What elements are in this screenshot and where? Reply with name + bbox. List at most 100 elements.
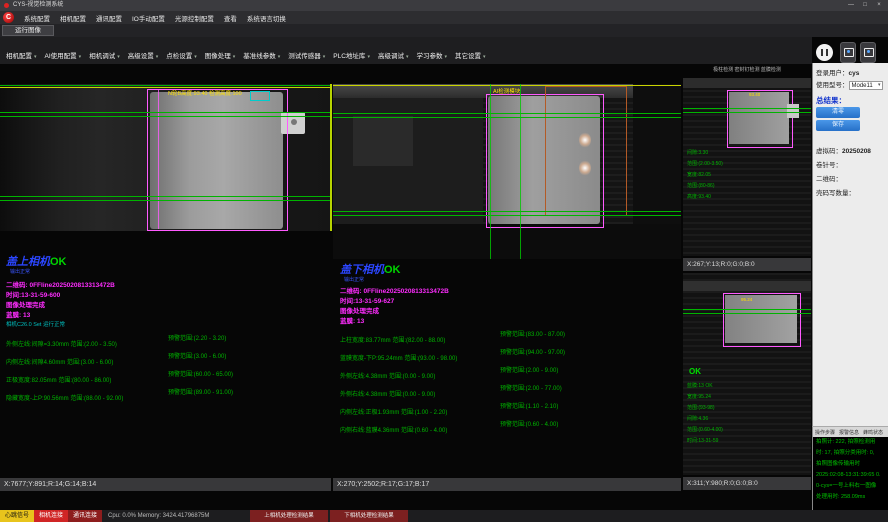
tab-run-image[interactable]: 运行图像 bbox=[2, 25, 54, 36]
roi-outline-magenta bbox=[727, 90, 793, 148]
camera-connect-status-badge: 相机连接 bbox=[34, 510, 68, 522]
save-button[interactable]: 保存 bbox=[816, 120, 860, 131]
mid-result-ok: OK bbox=[384, 264, 401, 276]
left-result-title: 盖上相机OK bbox=[6, 253, 67, 269]
virtual-code-value: 20250208 bbox=[842, 148, 871, 155]
info-tab-steps[interactable]: 操作步骤 bbox=[813, 429, 837, 436]
toolbtn-test-sensor[interactable]: 测试传感器▾ bbox=[284, 48, 328, 62]
chevron-down-icon: ▾ bbox=[323, 54, 326, 60]
measure-row: 正极宽度:82.05mm 范围:(80.00 - 86.00) 预警范围:(60… bbox=[6, 369, 328, 387]
qr-code-label: 二维码： bbox=[816, 173, 842, 183]
measure-line bbox=[0, 196, 331, 197]
small-view-1-coords: X:267;Y:13;R:0;G:0;B:0 bbox=[683, 258, 811, 271]
measure-vline bbox=[490, 84, 491, 259]
info-log-line: 拍照图像传输用时 bbox=[813, 459, 888, 470]
mid-result-sub: 输出正常 bbox=[344, 276, 364, 283]
small-view-2[interactable]: 95.24 OK 蓝膜:13 OK 宽度:95.24 范围:(93-98) 间隙… bbox=[683, 273, 811, 475]
menu-item-language-switch[interactable]: 系统语言切换 bbox=[242, 13, 291, 23]
measure-line bbox=[333, 117, 681, 118]
small-view-1[interactable]: 93.40 间隙:3.30 范围:(2.00-3.50) 宽度:82.05 范围… bbox=[683, 78, 811, 256]
mid-film-text: 蓝膜: 13 bbox=[340, 315, 364, 325]
toolbtn-camera-debug[interactable]: 相机调试▾ bbox=[85, 48, 123, 62]
overlay-measure-label: 93.40 bbox=[749, 92, 760, 97]
info-log-box[interactable]: 拍照计: 222, 拍照检测用 时: 17, 拍照分类用时: 0, 拍照图像传输… bbox=[812, 437, 888, 510]
camera-1-icon-button[interactable] bbox=[840, 42, 856, 63]
measure-row: 外侧左线:4.38mm 范围:(0.00 - 9.00) 预警范围:(2.00 … bbox=[340, 365, 680, 383]
menu-item-system-config[interactable]: 系统配置 bbox=[19, 13, 55, 23]
reset-count-button[interactable]: 清零 bbox=[816, 107, 860, 118]
toolbtn-spot-check[interactable]: 点检设置▾ bbox=[162, 48, 200, 62]
lower-camera-result-badge: 下相机处理检测结果 bbox=[330, 510, 408, 522]
chevron-down-icon: ▾ bbox=[156, 54, 159, 60]
title-bar: CYS-视觉检测系统 — □ × bbox=[0, 0, 888, 11]
measure-line bbox=[0, 200, 331, 201]
toolbtn-baseline-params[interactable]: 基准线参数▾ bbox=[239, 48, 283, 62]
mid-camera-image[interactable]: AI检测模块 bbox=[333, 84, 681, 259]
pause-icon bbox=[821, 49, 823, 56]
measure-row: 内侧左线:正极1.93mm 范围:(1.00 - 2.20) 预警范围:(1.1… bbox=[340, 401, 680, 419]
toolbtn-advanced-debug[interactable]: 高级调试▾ bbox=[374, 48, 412, 62]
menu-item-io-manual-config[interactable]: IO手动配置 bbox=[127, 13, 170, 23]
chevron-down-icon: ▾ bbox=[367, 54, 370, 60]
close-button[interactable]: × bbox=[872, 0, 886, 11]
measure-line bbox=[0, 116, 331, 117]
window-controls: — □ × bbox=[844, 0, 886, 11]
measure-row: 上柱宽度:83.77mm 范围:(82.00 - 88.00) 预警范围:(83… bbox=[340, 329, 680, 347]
info-log-line: 拍照计: 222, 拍照检测用 bbox=[813, 437, 888, 448]
toolbtn-ai-config[interactable]: AI使用配置▾ bbox=[41, 48, 85, 62]
info-tab-buzzer[interactable]: 蜂鸣状态 bbox=[861, 429, 885, 436]
measure-line bbox=[333, 113, 681, 114]
maximize-button[interactable]: □ bbox=[858, 0, 872, 11]
chevron-down-icon: ▾ bbox=[233, 54, 236, 60]
image-bottom-dark bbox=[333, 224, 681, 259]
camera-2-icon-button[interactable] bbox=[860, 42, 876, 63]
chevron-down-icon: ▾ bbox=[444, 54, 447, 60]
left-measure-list: 外侧左线:间隙=3.30mm 范围:(2.00 - 3.50) 预警范围:(2.… bbox=[6, 333, 328, 389]
app-window: CYS-视觉检测系统 — □ × C 系统配置 相机配置 通讯配置 IO手动配置… bbox=[0, 0, 888, 522]
mid-pixel-coords: X:270;Y:2502;R:17;G:17;B:17 bbox=[333, 478, 681, 491]
toolbtn-plc-address[interactable]: PLC地址库▾ bbox=[329, 48, 373, 62]
measure-line bbox=[0, 112, 331, 113]
chevron-down-icon: ▾ bbox=[406, 54, 409, 60]
menu-item-camera-config[interactable]: 相机配置 bbox=[55, 13, 91, 23]
total-result-label: 总结果： bbox=[816, 95, 846, 106]
status-bar: 心跳信号 相机连接 通讯连接 Cpu: 0.0% Memory: 3424.41… bbox=[0, 510, 888, 522]
measure-row: 蓝膜宽度-下P:95.24mm 范围:(93.00 - 98.00) 预警范围:… bbox=[340, 347, 680, 365]
info-tab-alarms[interactable]: 报警信息 bbox=[837, 429, 861, 436]
upper-camera-result-badge: 上相机处理检测结果 bbox=[250, 510, 328, 522]
model-select[interactable]: Mode11▾ bbox=[849, 81, 883, 90]
heartbeat-status-badge: 心跳信号 bbox=[0, 510, 34, 522]
panel-separator-line bbox=[330, 84, 332, 231]
toolbtn-learn-params[interactable]: 学习参数▾ bbox=[412, 48, 450, 62]
camera-lens-icon bbox=[867, 50, 870, 53]
app-icon bbox=[4, 3, 9, 8]
toolbar: 相机配置▾ AI使用配置▾ 相机调试▾ 高级设置▾ 点检设置▾ 图像处理▾ 基准… bbox=[0, 37, 812, 64]
menu-item-view[interactable]: 查看 bbox=[219, 13, 242, 23]
chevron-down-icon: ▾ bbox=[34, 54, 37, 60]
toolbar-buttons: 相机配置▾ AI使用配置▾ 相机调试▾ 高级设置▾ 点检设置▾ 图像处理▾ 基准… bbox=[2, 48, 490, 62]
overlay-measure-label: 95.24 bbox=[741, 297, 752, 302]
measure-line bbox=[683, 112, 811, 113]
toolbtn-other-settings[interactable]: 其它设置▾ bbox=[451, 48, 489, 62]
comm-connect-status-badge: 通讯连接 bbox=[68, 510, 102, 522]
toolbtn-camera-config[interactable]: 相机配置▾ bbox=[2, 48, 40, 62]
overlay-measure-label: AI检测模块 bbox=[493, 87, 520, 95]
roi-inner-line bbox=[158, 89, 159, 229]
pause-button[interactable] bbox=[816, 44, 833, 61]
app-logo-icon: C bbox=[3, 12, 14, 23]
left-camera-image[interactable]: N轮B高度:93.40 检测高度:100 bbox=[0, 84, 331, 231]
toolbtn-advanced-settings[interactable]: 高级设置▾ bbox=[124, 48, 162, 62]
menu-item-comm-config[interactable]: 通讯配置 bbox=[91, 13, 127, 23]
menu-item-light-control-config[interactable]: 光源控制配置 bbox=[170, 13, 219, 23]
shell-code-count-label: 壳码写数量： bbox=[816, 187, 855, 197]
info-log-line: 0-cys=一号上料右一图像 bbox=[813, 481, 888, 492]
left-result-sub: 输出正常 bbox=[10, 268, 30, 275]
minimize-button[interactable]: — bbox=[844, 0, 858, 11]
toolbtn-image-process[interactable]: 图像处理▾ bbox=[201, 48, 239, 62]
overlay-line-yellow bbox=[0, 87, 331, 88]
mid-qr-text: 二维码: 0FFIine2025020813313472B bbox=[340, 285, 449, 295]
measure-line bbox=[333, 211, 681, 212]
small-view-2-ok: OK bbox=[689, 367, 701, 376]
roi-outline-magenta bbox=[723, 293, 801, 347]
image-top-band bbox=[683, 78, 811, 88]
